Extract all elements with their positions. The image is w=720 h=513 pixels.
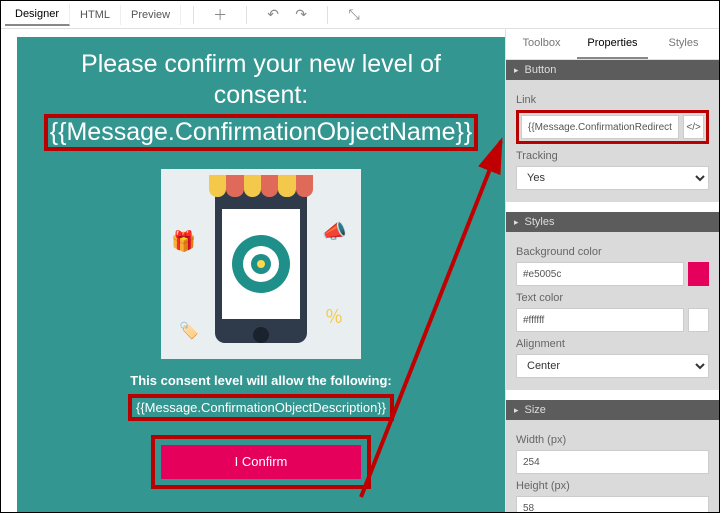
label-height: Height (px) [516,480,709,492]
tracking-select[interactable]: Yes [516,166,709,190]
confirm-highlight: I Confirm [151,435,371,489]
textcolor-swatch[interactable] [688,308,709,332]
phone-graphic [215,185,307,343]
panel-tab-properties[interactable]: Properties [577,29,648,59]
label-tracking: Tracking [516,150,709,162]
gift-icon: 🎁 [171,229,196,254]
bgcolor-swatch[interactable] [688,262,709,286]
label-bgcolor: Background color [516,246,709,258]
heading-text: Please confirm your new level of consent… [35,49,487,112]
code-button[interactable]: </> [683,115,704,139]
merge-field-description[interactable]: {{Message.ConfirmationObjectDescription}… [128,394,394,421]
confirm-button[interactable]: I Confirm [161,445,361,479]
bgcolor-input[interactable] [516,262,684,286]
panel-tab-styles[interactable]: Styles [648,29,719,59]
collapse-icon[interactable]: ⤡ [340,1,368,29]
megaphone-icon: 📣 [322,219,347,244]
allow-text: This consent level will allow the follow… [35,373,487,388]
section-styles[interactable]: Styles [506,212,719,232]
illustration: 🎁 🏷️ 📣 ％ [161,169,361,359]
tab-designer[interactable]: Designer [5,4,70,26]
section-button[interactable]: Button [506,60,719,80]
height-input[interactable] [516,496,709,512]
redo-icon[interactable]: ↷ [287,1,315,29]
sale-tag-icon: 🏷️ [179,321,199,341]
merge-field-name[interactable]: {{Message.ConfirmationObjectName}} [44,114,478,151]
section-size[interactable]: Size [506,400,719,420]
textcolor-input[interactable] [516,308,684,332]
design-canvas[interactable]: Please confirm your new level of consent… [1,29,505,512]
tab-preview[interactable]: Preview [121,5,181,25]
label-link: Link [516,94,709,106]
panel-tab-toolbox[interactable]: Toolbox [506,29,577,59]
top-toolbar: Designer HTML Preview ＋ ↶ ↷ ⤡ [1,1,719,29]
tab-html[interactable]: HTML [70,5,121,25]
undo-icon[interactable]: ↶ [259,1,287,29]
percent-icon: ％ [325,303,343,329]
add-icon[interactable]: ＋ [206,1,234,29]
alignment-select[interactable]: Center [516,354,709,378]
label-width: Width (px) [516,434,709,446]
label-textcolor: Text color [516,292,709,304]
link-field-highlight: </> [516,110,709,144]
properties-panel: Toolbox Properties Styles Button Link </… [505,29,719,512]
label-alignment: Alignment [516,338,709,350]
width-input[interactable] [516,450,709,474]
link-input[interactable] [521,115,679,139]
